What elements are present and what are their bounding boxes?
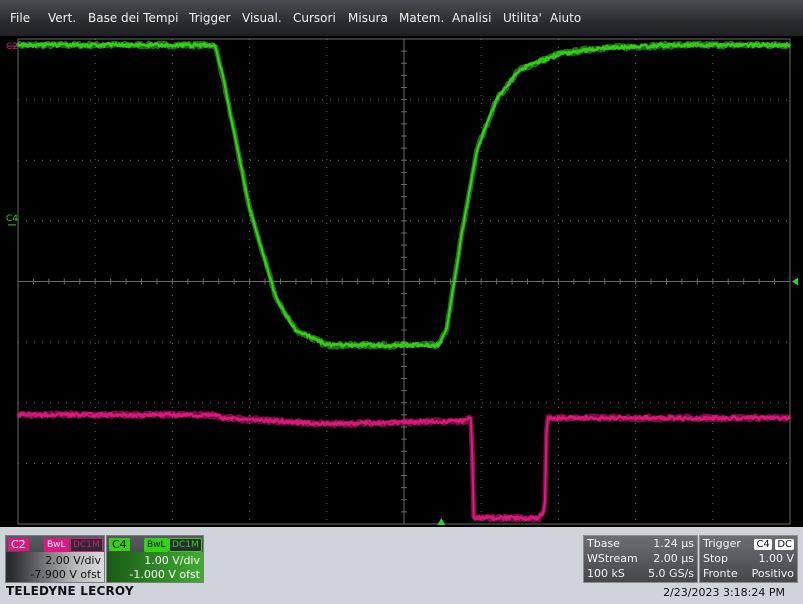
menu-file[interactable]: File xyxy=(10,11,30,25)
menu-measure[interactable]: Misura xyxy=(348,11,388,25)
trigger-state: Stop xyxy=(703,552,729,565)
waveform-grid: C4 C2 xyxy=(6,38,798,525)
menu-math[interactable]: Matem. xyxy=(399,11,444,25)
brand-logo: TELEDYNE LECROY xyxy=(6,584,134,598)
timebase-delay: 1.24 µs xyxy=(653,537,694,550)
c4-bwl-badge: BwL xyxy=(144,538,169,552)
menu-analysis[interactable]: Analisi xyxy=(452,11,491,25)
trigger-type: Fronte xyxy=(703,567,738,580)
sample-count: 100 kS xyxy=(587,567,625,580)
trace-label-c2: C2 xyxy=(6,42,18,52)
trigger-source-badge: C4 xyxy=(754,539,772,550)
c4-badge: C4 xyxy=(109,538,130,551)
sample-rate: 5.0 GS/s xyxy=(648,567,694,580)
c2-badge: C2 xyxy=(8,538,29,551)
trigger-title: Trigger xyxy=(703,537,741,550)
menu-help[interactable]: Aiuto xyxy=(550,11,581,25)
time-per-div: 2.00 µs xyxy=(653,552,694,565)
channel-c4-descriptor[interactable]: C4 BwL DC1M 1.00 V/div -1.000 V ofst xyxy=(106,535,204,583)
c2-volts-per-div: 2.00 V/div xyxy=(45,554,101,567)
timebase-title: Tbase xyxy=(587,537,620,550)
trigger-coupling-badge: DC xyxy=(775,539,794,550)
trigger-level: 1.00 V xyxy=(758,552,794,565)
trigger-descriptor[interactable]: Trigger C4 DC Stop 1.00 V Fronte Positivo xyxy=(699,535,798,583)
menu-timebase[interactable]: Base dei Tempi xyxy=(88,11,179,25)
trigger-level-marker xyxy=(792,277,798,286)
c4-coupling-badge: DC1M xyxy=(169,538,202,552)
menu-display[interactable]: Visual. xyxy=(242,11,282,25)
c2-offset: -7.900 V ofst xyxy=(30,568,101,581)
menu-bar: File Vert. Base dei Tempi Trigger Visual… xyxy=(0,0,803,37)
descriptor-bar: C2 BwL DC1M 2.00 V/div -7.900 V ofst C4 … xyxy=(0,527,803,604)
menu-utilities[interactable]: Utilita' xyxy=(503,11,542,25)
menu-vert[interactable]: Vert. xyxy=(48,11,76,25)
trigger-slope: Positivo xyxy=(751,567,794,580)
menu-trigger[interactable]: Trigger xyxy=(189,11,230,25)
menu-cursors[interactable]: Cursori xyxy=(293,11,336,25)
c4-offset: -1.000 V ofst xyxy=(129,568,200,581)
trigger-position-marker xyxy=(437,518,446,525)
channel-c2-descriptor[interactable]: C2 BwL DC1M 2.00 V/div -7.900 V ofst xyxy=(5,535,105,583)
waveform-display[interactable]: C4 C2 xyxy=(0,36,803,527)
c2-coupling-badge: DC1M xyxy=(70,538,103,552)
c2-bwl-badge: BwL xyxy=(44,538,69,552)
timebase-descriptor[interactable]: Tbase 1.24 µs WStream 2.00 µs 100 kS 5.0 GS… xyxy=(583,535,698,583)
acquisition-timestamp: 2/23/2023 3:18:24 PM xyxy=(663,586,785,599)
acquisition-mode: WStream xyxy=(587,552,638,565)
c4-volts-per-div: 1.00 V/div xyxy=(144,554,200,567)
trace-label-c4: C4 xyxy=(6,214,18,224)
